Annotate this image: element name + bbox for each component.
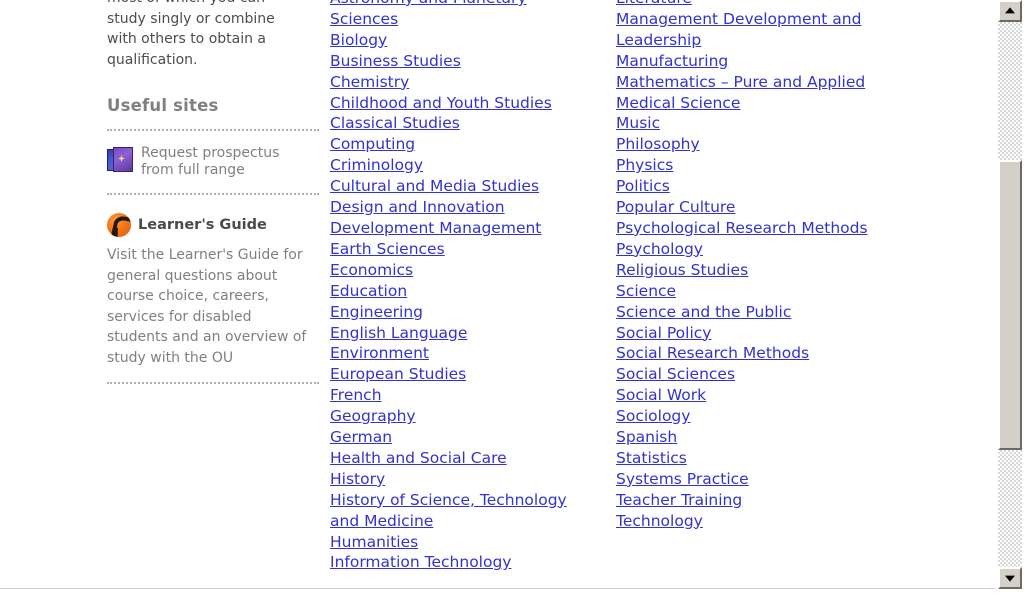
subject-link-24[interactable]: Humanities	[330, 532, 610, 553]
subject-link-9[interactable]: Design and Innovation	[330, 197, 610, 218]
subject-link-6[interactable]: Computing	[330, 134, 610, 155]
divider-bottom	[107, 382, 319, 384]
page-viewport: most of which you can study singly or co…	[0, 0, 996, 589]
subject-link-13[interactable]: Education	[330, 281, 610, 302]
subject-link-15[interactable]: Social Policy	[616, 323, 916, 344]
subject-link-16[interactable]: Environment	[330, 343, 610, 364]
subject-link-16[interactable]: Social Research Methods	[616, 343, 916, 364]
subject-link-0[interactable]: Literature	[616, 0, 916, 9]
sidebar: most of which you can study singly or co…	[107, 0, 322, 384]
subject-link-4[interactable]: Medical Science	[616, 93, 916, 114]
subject-link-19[interactable]: Geography	[330, 406, 610, 427]
triangle-down-icon	[1005, 575, 1015, 582]
subject-link-6[interactable]: Philosophy	[616, 134, 916, 155]
subject-link-20[interactable]: Spanish	[616, 427, 916, 448]
page-bottom-divider	[0, 588, 996, 589]
scroll-up-button[interactable]	[998, 0, 1022, 22]
subject-link-23[interactable]: History of Science, Technology and Medic…	[330, 490, 610, 532]
subject-link-7[interactable]: Criminology	[330, 155, 610, 176]
prospectus-icon-front-page	[113, 147, 133, 172]
subject-link-11[interactable]: Psychology	[616, 239, 916, 260]
subject-link-1[interactable]: Management Development and Leadership	[616, 9, 916, 51]
browser-content-page: most of which you can study singly or co…	[0, 0, 1024, 597]
subject-link-21[interactable]: Health and Social Care	[330, 448, 610, 469]
vertical-scrollbar[interactable]	[995, 0, 1024, 589]
scrollbar-thumb[interactable]	[998, 160, 1022, 450]
subject-list-right-column: LiteratureManagement Development and Lea…	[616, 0, 916, 532]
subject-link-0[interactable]: Astronomy and Planetary Sciences	[330, 0, 610, 30]
subject-link-22[interactable]: Systems Practice	[616, 469, 916, 490]
subject-link-7[interactable]: Physics	[616, 155, 916, 176]
subject-link-17[interactable]: Social Sciences	[616, 364, 916, 385]
subject-link-18[interactable]: Social Work	[616, 385, 916, 406]
subject-link-15[interactable]: English Language	[330, 323, 610, 344]
subject-link-10[interactable]: Development Management	[330, 218, 610, 239]
subject-link-24[interactable]: Technology	[616, 511, 916, 532]
ou-learners-guide-logo-icon	[107, 213, 131, 237]
useful-sites-heading: Useful sites	[107, 96, 219, 115]
subject-link-5[interactable]: Music	[616, 113, 916, 134]
request-prospectus-link[interactable]: Request prospectus from full range	[107, 145, 322, 179]
subject-link-8[interactable]: Politics	[616, 176, 916, 197]
subject-link-2[interactable]: Manufacturing	[616, 51, 916, 72]
subject-link-22[interactable]: History	[330, 469, 610, 490]
subject-link-19[interactable]: Sociology	[616, 406, 916, 427]
logo-swirl-shape	[110, 214, 131, 237]
subject-link-21[interactable]: Statistics	[616, 448, 916, 469]
scrollbar-corner	[996, 589, 1024, 597]
subject-link-12[interactable]: Economics	[330, 260, 610, 281]
scroll-down-button[interactable]	[998, 567, 1022, 589]
subject-link-5[interactable]: Classical Studies	[330, 113, 610, 134]
subject-link-9[interactable]: Popular Culture	[616, 197, 916, 218]
subject-link-10[interactable]: Psychological Research Methods	[616, 218, 916, 239]
subject-link-20[interactable]: German	[330, 427, 610, 448]
subject-list-middle-column: Astronomy and Planetary SciencesBiologyB…	[330, 0, 610, 573]
learners-guide-title: Learner's Guide	[138, 217, 267, 233]
subject-link-14[interactable]: Science and the Public	[616, 302, 916, 323]
subject-link-12[interactable]: Religious Studies	[616, 260, 916, 281]
subject-link-3[interactable]: Mathematics – Pure and Applied	[616, 72, 916, 93]
subject-link-14[interactable]: Engineering	[330, 302, 610, 323]
subject-link-17[interactable]: European Studies	[330, 364, 610, 385]
learners-guide-description: Visit the Learner's Guide for general qu…	[107, 247, 307, 366]
request-prospectus-label: Request prospectus from full range	[141, 145, 280, 178]
subject-link-18[interactable]: French	[330, 385, 610, 406]
subject-link-11[interactable]: Earth Sciences	[330, 239, 610, 260]
subject-link-13[interactable]: Science	[616, 281, 916, 302]
subject-link-4[interactable]: Childhood and Youth Studies	[330, 93, 610, 114]
sidebar-intro-paragraph: most of which you can study singly or co…	[107, 0, 275, 68]
subject-link-23[interactable]: Teacher Training	[616, 490, 916, 511]
subject-link-8[interactable]: Cultural and Media Studies	[330, 176, 610, 197]
subject-link-2[interactable]: Business Studies	[330, 51, 610, 72]
subject-link-3[interactable]: Chemistry	[330, 72, 610, 93]
triangle-up-icon	[1005, 7, 1015, 14]
subject-link-1[interactable]: Biology	[330, 30, 610, 51]
subject-link-25[interactable]: Information Technology	[330, 552, 610, 573]
prospectus-booklet-icon	[107, 147, 133, 172]
learners-guide-link[interactable]: Learner's Guide	[107, 213, 322, 237]
